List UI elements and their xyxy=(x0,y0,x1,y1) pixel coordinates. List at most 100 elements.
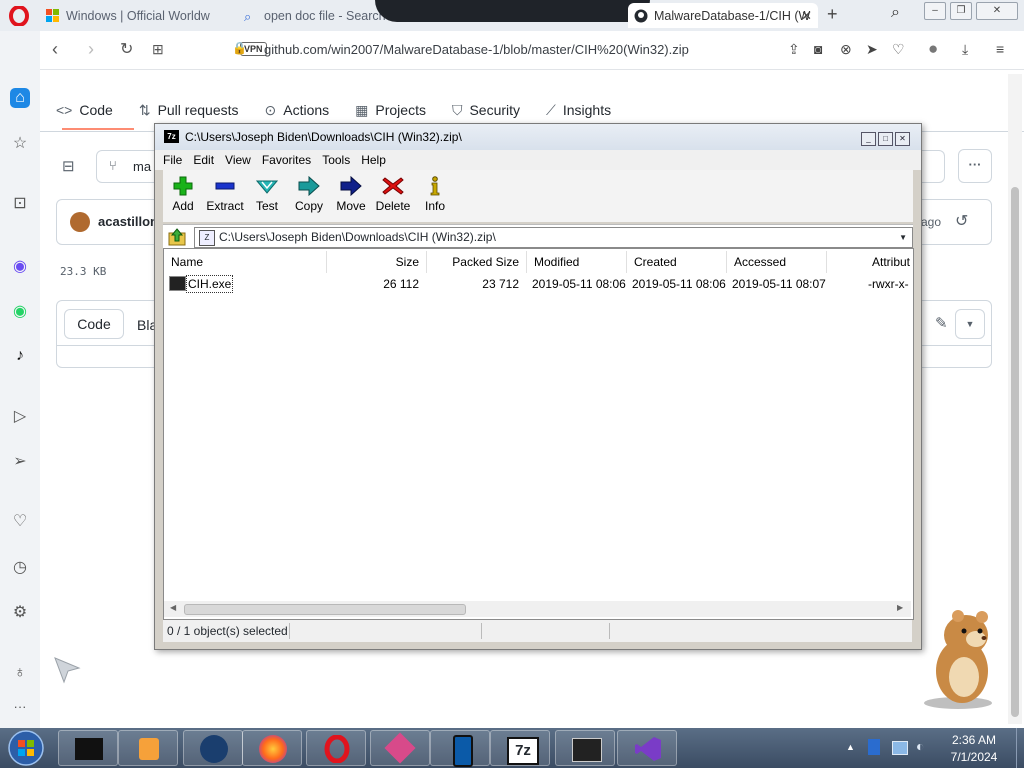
tab-code[interactable]: <> Code xyxy=(56,96,113,124)
heart-icon[interactable]: ♡ xyxy=(892,41,905,58)
menu-file[interactable]: File xyxy=(163,153,182,167)
copy-button[interactable]: Copy xyxy=(289,176,329,213)
volume-icon[interactable]: ◐ xyxy=(916,738,924,754)
info-button[interactable]: Info xyxy=(415,176,455,213)
visual-studio-app[interactable] xyxy=(617,730,677,766)
player-icon[interactable]: ▷ xyxy=(10,407,30,427)
new-tab-button[interactable]: + xyxy=(827,4,838,25)
tiktok-icon[interactable]: ♪ xyxy=(10,346,30,366)
7zip-app[interactable]: 7z xyxy=(490,730,550,766)
phone-app[interactable] xyxy=(430,730,490,767)
settings-icon[interactable]: ⚙ xyxy=(10,603,30,623)
tab-actions[interactable]: ⊙ Actions xyxy=(265,96,330,124)
forward-icon[interactable]: › xyxy=(88,39,94,60)
7zip-title-bar[interactable]: 7z C:\Users\Joseph Biden\Downloads\CIH (… xyxy=(155,124,921,150)
tool-app[interactable] xyxy=(370,730,430,766)
menu-view[interactable]: View xyxy=(225,153,251,167)
send-icon[interactable]: ➢ xyxy=(10,452,30,472)
menu-favorites[interactable]: Favorites xyxy=(262,153,311,167)
tray-app-icon[interactable] xyxy=(868,739,880,755)
scroll-right-icon[interactable]: ▶ xyxy=(897,603,903,612)
scroll-left-icon[interactable]: ◀ xyxy=(170,603,176,612)
delete-button[interactable]: Delete xyxy=(373,176,413,213)
more-options-button[interactable]: ··· xyxy=(958,149,992,183)
close-button[interactable]: ✕ xyxy=(895,132,910,146)
url-field[interactable]: github.com/win2007/MalwareDatabase-1/blo… xyxy=(264,42,689,57)
folder-up-icon[interactable] xyxy=(168,228,188,246)
close-window-button[interactable]: ✕ xyxy=(976,2,1018,20)
menu-edit[interactable]: Edit xyxy=(193,153,214,167)
tab-search[interactable]: ⌕ open doc file - Search xyxy=(238,3,388,28)
page-scrollbar[interactable] xyxy=(1008,74,1022,724)
download-icon[interactable]: ⤓ xyxy=(962,41,968,58)
start-button[interactable] xyxy=(5,729,47,767)
tab-windows[interactable]: Windows | Official Worldw xyxy=(40,3,236,28)
minimize-button[interactable]: – xyxy=(924,2,946,20)
go-to-file-field[interactable] xyxy=(918,150,945,183)
side-panel-icon[interactable]: ⊟ xyxy=(62,157,75,175)
firefox-app[interactable] xyxy=(242,730,302,766)
history-icon[interactable]: ↺ xyxy=(955,211,968,231)
reload-icon[interactable]: ↻ xyxy=(120,39,133,59)
send-icon[interactable]: ➤ xyxy=(866,41,878,58)
move-button[interactable]: Move xyxy=(331,176,371,213)
lock-icon[interactable]: 🔒 xyxy=(232,41,247,55)
more-icon[interactable]: ··· xyxy=(10,697,30,717)
opera-app[interactable] xyxy=(306,730,366,766)
chevron-down-icon[interactable]: ▼ xyxy=(899,228,907,247)
test-button[interactable]: Test xyxy=(247,176,287,213)
extract-button[interactable]: Extract xyxy=(205,176,245,213)
tab-search-icon[interactable]: ⌕ xyxy=(891,4,900,22)
heart-icon[interactable]: ♡ xyxy=(10,512,30,532)
column-packed-size[interactable]: Packed Size xyxy=(427,251,527,273)
block-icon[interactable]: ⊗ xyxy=(840,41,852,58)
star-icon[interactable]: ☆ xyxy=(10,134,30,154)
maximize-button[interactable]: □ xyxy=(878,132,893,146)
tab-security[interactable]: ⛉ Security xyxy=(452,96,520,124)
hamster-mascot-icon[interactable] xyxy=(918,605,1008,710)
code-view-button[interactable]: Code xyxy=(64,309,124,339)
add-button[interactable]: Add xyxy=(163,176,203,213)
opera-logo-icon[interactable] xyxy=(9,6,29,26)
share-icon[interactable]: ⇪ xyxy=(788,41,800,58)
column-accessed[interactable]: Accessed xyxy=(727,251,827,273)
column-created[interactable]: Created xyxy=(627,251,727,273)
column-name[interactable]: Name xyxy=(164,251,327,273)
history-icon[interactable]: ◷ xyxy=(10,558,30,578)
menu-tools[interactable]: Tools xyxy=(322,153,350,167)
menu-help[interactable]: Help xyxy=(361,153,386,167)
camera-icon[interactable]: ◙ xyxy=(814,41,822,57)
shopping-bag-icon[interactable]: ⊡ xyxy=(10,194,30,214)
menu-icon[interactable]: ≡ xyxy=(996,41,1004,57)
tab-projects[interactable]: ▦ Projects xyxy=(355,96,426,124)
globe-app[interactable] xyxy=(183,730,243,766)
media-player-app[interactable] xyxy=(118,730,178,766)
column-modified[interactable]: Modified xyxy=(527,251,627,273)
tab-insights[interactable]: ⟋ Insights xyxy=(546,96,611,124)
tab-github[interactable]: MalwareDatabase-1/CIH (W ✕ xyxy=(628,3,818,28)
path-field[interactable]: Z C:\Users\Joseph Biden\Downloads\CIH (W… xyxy=(194,227,913,248)
column-size[interactable]: Size xyxy=(327,251,427,273)
edit-pencil-icon[interactable]: ✎ xyxy=(935,314,948,332)
messenger-icon[interactable]: ◉ xyxy=(10,257,30,277)
network-icon[interactable] xyxy=(892,741,908,755)
terminal-app[interactable] xyxy=(58,730,118,766)
lightbulb-icon[interactable]: ♁ xyxy=(10,663,30,683)
whatsapp-icon[interactable]: ◉ xyxy=(10,302,30,322)
back-icon[interactable]: ‹ xyxy=(52,39,58,60)
scrollbar-thumb[interactable] xyxy=(1011,187,1019,717)
table-row[interactable]: CIH.exe 26 112 23 712 2019-05-11 08:06 2… xyxy=(164,275,913,293)
chevron-down-icon[interactable]: ▼ xyxy=(955,309,985,339)
minimize-button[interactable]: _ xyxy=(861,132,876,146)
column-attributes[interactable]: Attribut xyxy=(827,251,913,273)
home-icon[interactable]: ⌂ xyxy=(10,88,30,108)
tab-pull-requests[interactable]: ⇅ Pull requests xyxy=(139,96,239,124)
avatar[interactable] xyxy=(70,212,90,232)
maximize-button[interactable]: ❐ xyxy=(950,2,972,20)
console-app[interactable] xyxy=(555,730,615,766)
profile-icon[interactable]: ● xyxy=(928,39,938,59)
commit-author[interactable]: acastillon xyxy=(98,214,158,229)
horizontal-scrollbar[interactable]: ◀ ▶ xyxy=(164,601,911,617)
close-tab-icon[interactable]: ✕ xyxy=(801,8,812,24)
tray-expand-icon[interactable]: ▲ xyxy=(846,742,855,752)
